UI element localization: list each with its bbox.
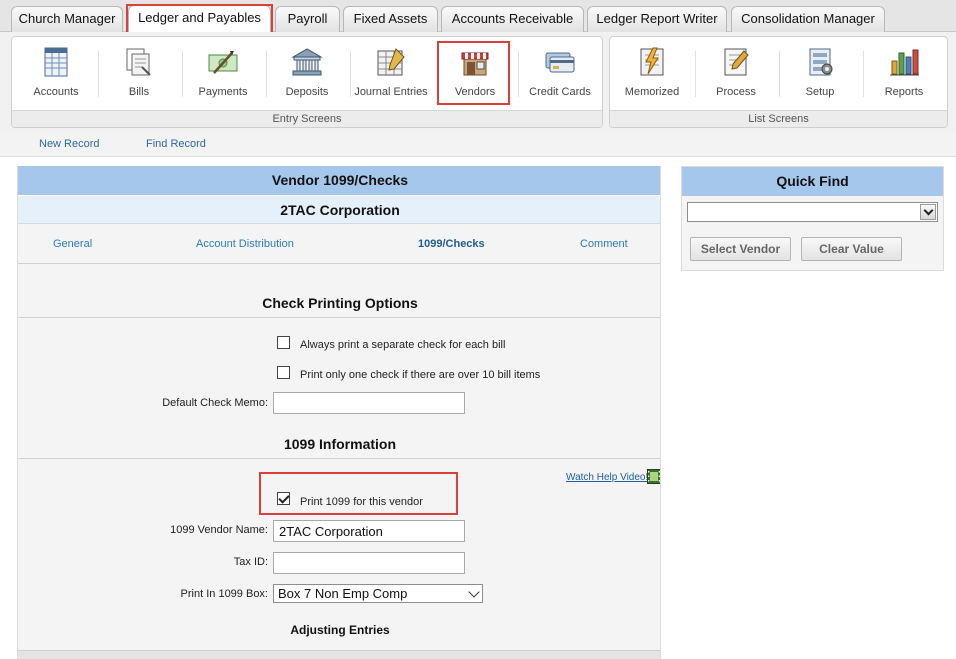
entry-screens-label: Entry Screens [12, 110, 602, 127]
accounts-button[interactable]: Accounts [16, 45, 96, 103]
watch-help-video-link[interactable]: Watch Help Video! [566, 472, 648, 483]
tab-1099-checks[interactable]: 1099/Checks [418, 238, 485, 250]
payments-label: Payments [198, 86, 248, 98]
tax-id-input[interactable] [273, 552, 465, 574]
payments-icon [208, 51, 238, 74]
new-record-link[interactable]: New Record [39, 138, 100, 150]
bills-button[interactable]: Bills [99, 45, 179, 103]
adjusting-entries-heading: Adjusting Entries [290, 623, 390, 637]
tax-id-label: Tax ID: [233, 556, 268, 568]
print-in-1099-box-value: Box 7 Non Emp Comp [278, 586, 408, 601]
accounts-icon [44, 47, 68, 77]
setup-icon [809, 48, 833, 76]
print-1099-label: Print 1099 for this vendor [300, 496, 423, 508]
one-check-checkbox[interactable] [277, 366, 290, 379]
vendors-button[interactable]: Vendors [435, 45, 515, 103]
clear-value-button[interactable]: Clear Value [801, 237, 902, 261]
process-icon [724, 48, 749, 76]
print-in-1099-box-select[interactable]: Box 7 Non Emp Comp [273, 584, 483, 603]
payments-button[interactable]: Payments [183, 45, 263, 103]
form-title: Vendor 1099/Checks [18, 166, 660, 195]
section-divider [18, 458, 660, 459]
info-1099-heading: 1099 Information [283, 436, 397, 452]
select-vendor-button[interactable]: Select Vendor [690, 237, 791, 261]
tab-ledger-report-writer[interactable]: Ledger Report Writer [587, 6, 727, 32]
reports-icon [890, 49, 919, 76]
check-printing-heading: Check Printing Options [262, 295, 418, 311]
vendors-icon [461, 52, 489, 76]
tab-general[interactable]: General [53, 238, 92, 250]
form-tabs: General Account Distribution 1099/Checks… [18, 224, 660, 264]
section-divider [18, 317, 660, 318]
deposits-button[interactable]: Deposits [267, 45, 347, 103]
chevron-down-icon[interactable] [920, 204, 936, 220]
deposits-label: Deposits [285, 86, 329, 98]
credit-cards-label: Credit Cards [529, 86, 591, 98]
process-button[interactable]: Process [696, 45, 776, 103]
vendor-form-panel: Vendor 1099/Checks 2TAC Corporation Gene… [17, 166, 661, 659]
quick-find-title: Quick Find [682, 167, 943, 196]
bills-icon [126, 48, 151, 76]
bills-label: Bills [128, 86, 150, 98]
separate-check-checkbox[interactable] [277, 336, 290, 349]
record-toolbar: New Record Find Record [0, 133, 956, 157]
vendor-name-heading: 2TAC Corporation [18, 195, 660, 224]
memorized-label: Memorized [624, 86, 680, 98]
reports-button[interactable]: Reports [864, 45, 944, 103]
check-memo-input[interactable] [273, 392, 465, 414]
ribbon-separator [518, 51, 519, 97]
entry-screens-group: Accounts Bills Payments Deposits Journal… [11, 36, 603, 128]
film-icon[interactable] [647, 469, 661, 484]
tab-payroll[interactable]: Payroll [275, 6, 340, 32]
journal-entries-label: Journal Entries [354, 86, 428, 98]
credit-cards-icon [545, 52, 575, 73]
accounts-label: Accounts [33, 86, 79, 98]
vendor-name-1099-label: 1099 Vendor Name: [170, 524, 268, 536]
ribbon: Accounts Bills Payments Deposits Journal… [0, 32, 956, 133]
tab-accounts-receivable[interactable]: Accounts Receivable [441, 6, 584, 32]
setup-label: Setup [805, 86, 835, 98]
find-record-link[interactable]: Find Record [146, 138, 206, 150]
vendors-label: Vendors [454, 86, 496, 98]
memorized-icon [640, 47, 664, 76]
tab-ledger-and-payables[interactable]: Ledger and Payables [128, 5, 271, 33]
tab-fixed-assets[interactable]: Fixed Assets [343, 6, 438, 32]
deposits-icon [291, 48, 323, 76]
separate-check-label: Always print a separate check for each b… [300, 339, 506, 351]
tab-consolidation-manager[interactable]: Consolidation Manager [731, 6, 885, 32]
list-screens-label: List Screens [610, 110, 947, 127]
chevron-down-icon [468, 586, 480, 598]
quick-find-panel: Quick Find Select Vendor Clear Value [681, 166, 944, 271]
journal-entries-button[interactable]: Journal Entries [351, 45, 431, 103]
check-memo-label: Default Check Memo: [162, 397, 268, 409]
memorized-button[interactable]: Memorized [612, 45, 692, 103]
tab-comment[interactable]: Comment [580, 238, 628, 250]
tab-account-distribution[interactable]: Account Distribution [196, 238, 294, 250]
setup-button[interactable]: Setup [780, 45, 860, 103]
process-label: Process [716, 86, 756, 98]
one-check-label: Print only one check if there are over 1… [300, 369, 541, 381]
module-tab-bar: Church Manager Ledger and Payables Payro… [0, 0, 956, 33]
tab-church-manager[interactable]: Church Manager [11, 6, 123, 32]
print-1099-checkbox[interactable] [277, 492, 290, 505]
list-screens-group: Memorized Process Setup Reports List Scr… [609, 36, 948, 128]
print-in-1099-box-label: Print In 1099 Box: [180, 588, 268, 600]
journal-entries-icon [377, 48, 405, 76]
reports-label: Reports [884, 86, 924, 98]
adjusting-entries-grid-header [18, 650, 660, 659]
quick-find-select[interactable] [687, 202, 938, 222]
vendor-name-1099-input[interactable] [273, 520, 465, 542]
credit-cards-button[interactable]: Credit Cards [520, 45, 600, 103]
